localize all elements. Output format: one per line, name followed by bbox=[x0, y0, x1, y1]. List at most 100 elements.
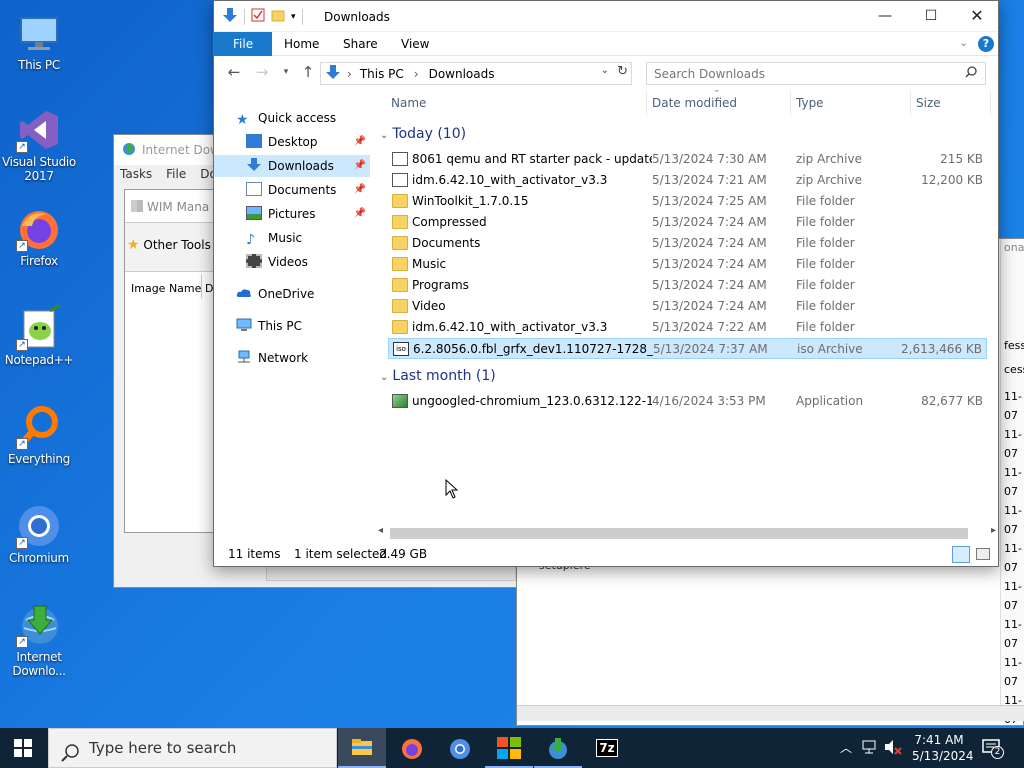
horizontal-scrollbar[interactable]: ◂ ▸ bbox=[376, 525, 998, 542]
column-header-size[interactable]: Size bbox=[916, 91, 941, 115]
file-row[interactable]: WinToolkit_1.7.0.15 5/13/2024 7:25 AM Fi… bbox=[388, 191, 987, 212]
firefox-icon bbox=[402, 739, 422, 759]
tray-overflow-chevron-icon[interactable]: ︿ bbox=[840, 739, 852, 756]
taskbar-wintoolkit[interactable] bbox=[485, 728, 533, 768]
file-row[interactable]: 8061 qemu and RT starter pack - updated.… bbox=[388, 149, 987, 170]
file-row[interactable]: Compressed 5/13/2024 7:24 AM File folder bbox=[388, 212, 987, 233]
group-today[interactable]: ⌄ Today (10) bbox=[380, 124, 466, 144]
download-arrow-icon[interactable] bbox=[222, 7, 238, 26]
nav-pictures[interactable]: Pictures 📌 bbox=[214, 203, 370, 225]
address-bar[interactable]: › This PC › Downloads ⌄ ↻ bbox=[320, 62, 632, 85]
file-row-selected[interactable]: iso 6.2.8056.0.fbl_grfx_dev1.110727-1728… bbox=[388, 338, 987, 359]
tab-file[interactable]: File bbox=[214, 32, 273, 56]
taskbar-7zip[interactable]: 7z bbox=[583, 728, 631, 768]
idm-menu-tasks[interactable]: Tasks bbox=[120, 167, 152, 181]
column-header-date[interactable]: Date modified bbox=[652, 91, 737, 115]
wim-column-image-name[interactable]: Image Name bbox=[131, 282, 201, 295]
up-arrow-icon[interactable]: ↑ bbox=[298, 63, 318, 81]
search-icon bbox=[61, 738, 79, 768]
wintoolkit-scrollbar[interactable] bbox=[517, 705, 1024, 721]
file-row[interactable]: Documents 5/13/2024 7:24 AM File folder bbox=[388, 233, 987, 254]
refresh-icon[interactable]: ↻ bbox=[617, 64, 628, 79]
folder-icon bbox=[352, 739, 372, 755]
close-button[interactable]: ✕ bbox=[954, 1, 998, 31]
network-tray-icon[interactable] bbox=[862, 739, 878, 758]
nav-downloads[interactable]: Downloads 📌 bbox=[214, 155, 370, 177]
nav-documents[interactable]: Documents 📌 bbox=[214, 179, 370, 201]
properties-icon[interactable] bbox=[251, 8, 265, 25]
file-explorer-window[interactable]: ▾ Downloads — ☐ ✕ File Home Share View ⌄… bbox=[213, 0, 999, 567]
new-folder-icon[interactable] bbox=[271, 8, 285, 25]
desktop-icon-chromium[interactable]: ↗ Chromium bbox=[1, 503, 77, 565]
pin-icon[interactable]: 📌 bbox=[354, 131, 366, 153]
nav-onedrive[interactable]: OneDrive bbox=[214, 283, 370, 305]
customize-toolbar-icon[interactable]: ▾ bbox=[291, 12, 296, 22]
help-icon[interactable]: ? bbox=[978, 36, 994, 52]
tab-share[interactable]: Share bbox=[329, 32, 392, 56]
idm-menu-file[interactable]: File bbox=[166, 167, 186, 181]
explorer-titlebar[interactable]: ▾ Downloads — ☐ ✕ bbox=[214, 1, 998, 32]
desktop-icon-visual-studio[interactable]: ↗ Visual Studio 2017 bbox=[1, 107, 77, 183]
clock[interactable]: 7:41 AM 5/13/2024 bbox=[912, 732, 974, 764]
file-row[interactable]: Video 5/13/2024 7:24 AM File folder bbox=[388, 296, 987, 317]
taskbar-idm[interactable] bbox=[534, 728, 582, 768]
desktop: This PC ↗ Visual Studio 2017 ↗ Firefox ↗… bbox=[0, 0, 1024, 728]
details-view-icon[interactable] bbox=[952, 546, 970, 563]
folder-icon bbox=[392, 257, 408, 271]
column-header-type[interactable]: Type bbox=[796, 91, 824, 115]
nav-videos[interactable]: Videos bbox=[214, 251, 370, 273]
taskbar-firefox[interactable] bbox=[388, 728, 436, 768]
search-input[interactable]: Search Downloads bbox=[646, 62, 986, 85]
expand-ribbon-icon[interactable]: ⌄ bbox=[959, 36, 968, 49]
recent-locations-icon[interactable]: ▾ bbox=[276, 67, 296, 77]
notification-center-icon[interactable]: 2 bbox=[982, 738, 1004, 761]
date-column-fragment: 11-07 11-07 11-07 11-07 11-07 11-07 11-07 11-… bbox=[1004, 390, 1022, 726]
large-icons-view-icon[interactable] bbox=[976, 548, 990, 560]
wim-manager-window[interactable]: WIM Mana ★ Other Tools Image Name De bbox=[124, 189, 225, 533]
nav-network[interactable]: Network bbox=[214, 347, 370, 369]
file-row[interactable]: ungoogled-chromium_123.0.6312.122-1.... … bbox=[388, 391, 987, 412]
maximize-button[interactable]: ☐ bbox=[908, 1, 954, 31]
windows-start-icon[interactable] bbox=[14, 739, 32, 760]
scrollbar-thumb[interactable] bbox=[390, 528, 968, 539]
pin-icon[interactable]: 📌 bbox=[354, 203, 366, 225]
minimize-button[interactable]: — bbox=[862, 1, 908, 31]
desktop-icon-label: This PC bbox=[18, 58, 60, 72]
taskbar-chromium[interactable] bbox=[436, 728, 484, 768]
nav-this-pc[interactable]: This PC bbox=[214, 315, 370, 337]
desktop-icon-internet-download-manager[interactable]: ↗ Internet Downlo... bbox=[1, 602, 77, 678]
desktop-icon-firefox[interactable]: ↗ Firefox bbox=[1, 206, 77, 268]
taskbar-search-input[interactable]: Type here to search bbox=[48, 728, 337, 768]
volume-muted-icon[interactable] bbox=[884, 739, 902, 758]
breadcrumb-this-pc[interactable]: This PC bbox=[360, 67, 404, 81]
breadcrumb-downloads[interactable]: Downloads bbox=[429, 67, 495, 81]
pin-icon[interactable]: 📌 bbox=[354, 155, 366, 177]
back-arrow-icon[interactable]: ← bbox=[224, 63, 244, 81]
address-dropdown-icon[interactable]: ⌄ bbox=[601, 65, 609, 76]
wim-other-tools[interactable]: ★ Other Tools bbox=[127, 237, 211, 253]
file-row[interactable]: Programs 5/13/2024 7:24 AM File folder bbox=[388, 275, 987, 296]
file-row[interactable]: idm.6.42.10_with_activator_v3.3 5/13/202… bbox=[388, 317, 987, 338]
tab-view[interactable]: View bbox=[387, 32, 443, 56]
desktop-icon-this-pc[interactable]: This PC bbox=[1, 10, 77, 72]
scroll-right-icon[interactable]: ▸ bbox=[991, 525, 996, 536]
desktop-icon-label: Everything bbox=[8, 452, 70, 466]
network-icon bbox=[236, 349, 252, 363]
wim-title: WIM Mana bbox=[131, 200, 209, 214]
tab-home[interactable]: Home bbox=[270, 32, 333, 56]
desktop-icon-notepad-plus-plus[interactable]: ↗ Notepad++ bbox=[1, 303, 77, 367]
desktop-icon-everything[interactable]: ↗ Everything bbox=[1, 404, 77, 466]
group-last-month[interactable]: ⌄ Last month (1) bbox=[380, 366, 496, 386]
item-count: 11 items bbox=[228, 547, 281, 561]
file-row[interactable]: idm.6.42.10_with_activator_v3.3 5/13/202… bbox=[388, 170, 987, 191]
pin-icon[interactable]: 📌 bbox=[354, 179, 366, 201]
column-header-name[interactable]: Name bbox=[391, 91, 426, 115]
forward-arrow-icon[interactable]: → bbox=[252, 63, 272, 81]
idm-scrollbar[interactable] bbox=[266, 565, 516, 581]
scroll-left-icon[interactable]: ◂ bbox=[378, 525, 383, 536]
nav-desktop[interactable]: Desktop 📌 bbox=[214, 131, 370, 153]
nav-quick-access[interactable]: ★ Quick access bbox=[214, 107, 370, 129]
nav-music[interactable]: ♪ Music bbox=[214, 227, 370, 249]
file-row[interactable]: Music 5/13/2024 7:24 AM File folder bbox=[388, 254, 987, 275]
taskbar-file-explorer[interactable] bbox=[338, 728, 386, 768]
